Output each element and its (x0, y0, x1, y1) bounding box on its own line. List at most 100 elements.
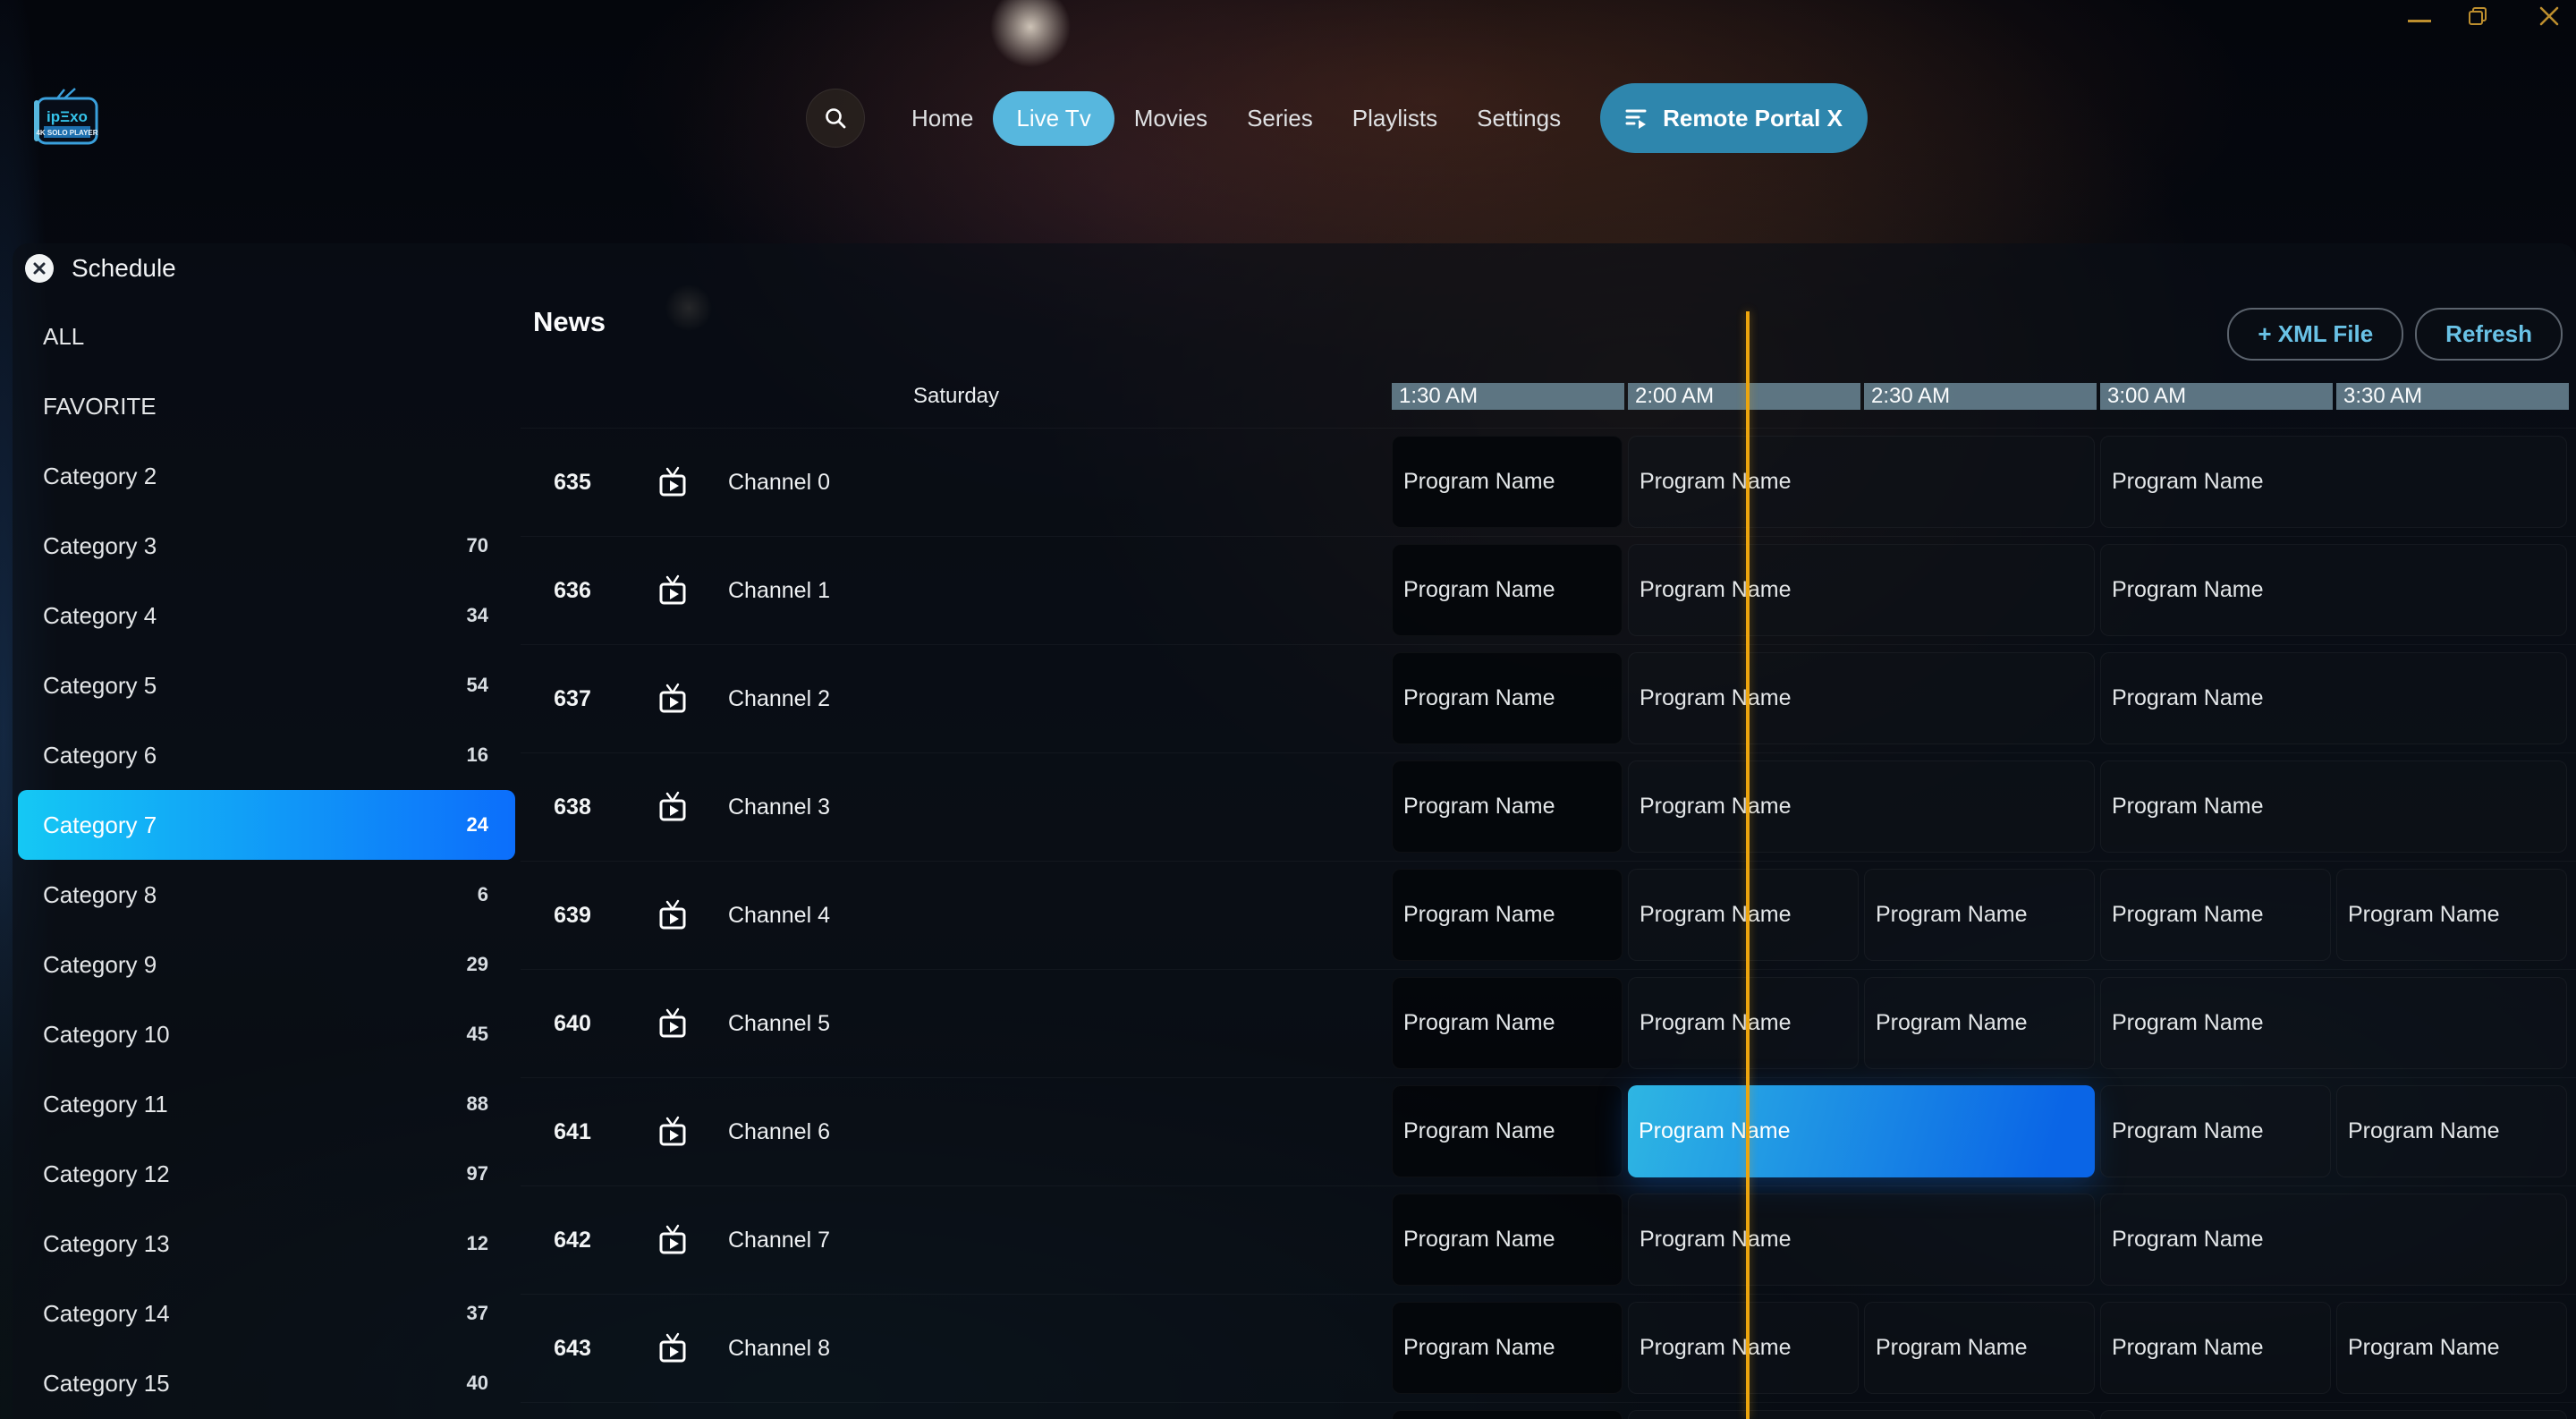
remote-portal-button[interactable]: Remote Portal X (1600, 83, 1868, 153)
sidebar-item-category-11[interactable]: Category 11 88 (13, 1069, 521, 1139)
channel-row[interactable]: 638 Channel 3 Program Name Program Name Pr… (521, 752, 2576, 861)
sidebar-item-category-3[interactable]: Category 3 70 (13, 511, 521, 581)
sidebar-item-category-2[interactable]: Category 2 (13, 441, 521, 511)
epg-main: News + XML File Refresh Saturday 1:30 AM… (521, 243, 2576, 1419)
epg-grid: 635 Channel 0 Program Name Program Name Pr… (521, 428, 2576, 1419)
channel-row[interactable]: 641 Channel 6 Program Name Program Name Pr… (521, 1077, 2576, 1185)
sidebar-item-category-10[interactable]: Category 10 45 (13, 999, 521, 1069)
program-cell[interactable]: Program Name (2336, 1085, 2567, 1177)
channel-number: 643 (554, 1336, 591, 1361)
nav-item-series[interactable]: Series (1227, 92, 1333, 145)
program-cell[interactable]: Program Name (2100, 652, 2567, 744)
program-cell[interactable]: Program Name (2100, 1302, 2331, 1394)
program-cell[interactable]: Program Name (1864, 1302, 2095, 1394)
program-cell[interactable]: Program Name (1392, 1194, 1623, 1286)
program-cell[interactable]: Program Name (1392, 977, 1623, 1069)
channel-row[interactable]: 642 Channel 7 Program Name Program Name Pr… (521, 1185, 2576, 1294)
sidebar-item-category-13[interactable]: Category 13 12 (13, 1209, 521, 1279)
program-cell[interactable]: Program Name (1628, 544, 2095, 636)
channel-row[interactable]: 643 Channel 8 Program Name Program Name Pr… (521, 1294, 2576, 1402)
nav-item-live-tv[interactable]: Live Tv (993, 90, 1114, 146)
nav-item-settings[interactable]: Settings (1457, 92, 1580, 145)
tv-play-icon (659, 1007, 686, 1038)
channel-row[interactable]: 635 Channel 0 Program Name Program Name Pr… (521, 428, 2576, 536)
program-cell[interactable]: Program Name (2100, 436, 2567, 528)
sidebar-item-category-7[interactable]: Category 7 24 (18, 790, 515, 860)
program-cell[interactable]: Program Name (2100, 1194, 2567, 1286)
schedule-close-button[interactable] (25, 254, 54, 283)
nav-item-home[interactable]: Home (892, 92, 993, 145)
remote-portal-label: Remote Portal X (1663, 104, 1843, 132)
program-title: Program Name (2112, 1118, 2264, 1143)
refresh-button[interactable]: Refresh (2415, 308, 2563, 361)
program-cell[interactable]: Program Name (1864, 869, 2095, 961)
channel-row[interactable]: 636 Channel 1 Program Name Program Name Pr… (521, 536, 2576, 644)
sidebar-item-category-12[interactable]: Category 12 97 (13, 1139, 521, 1209)
close-button[interactable] (2535, 2, 2563, 30)
program-cell[interactable]: Program Name (1628, 1194, 2095, 1286)
program-title: Program Name (1640, 685, 1792, 710)
nav-item-playlists[interactable]: Playlists (1333, 92, 1457, 145)
program-cell-selected[interactable]: Program Name (1628, 1085, 2095, 1177)
sidebar-item-category-5[interactable]: Category 5 54 (13, 650, 521, 720)
app-logo: ipΞxo 4K SOLO PLAYER (29, 86, 104, 150)
program-cell[interactable]: Program Name (1628, 760, 2095, 853)
program-cell[interactable]: Program Name (2100, 869, 2331, 961)
program-title: Program Name (1876, 902, 2028, 927)
sidebar-item-category-9[interactable]: Category 9 29 (13, 930, 521, 999)
program-title: Program Name (1640, 469, 1792, 494)
program-cell[interactable]: Program Name (1628, 1302, 1859, 1394)
epg-actions: + XML File Refresh (2227, 308, 2563, 361)
sidebar-item-all[interactable]: ALL (13, 302, 521, 371)
category-count: 97 (466, 1162, 488, 1185)
program-cell[interactable]: Program Name (2100, 544, 2567, 636)
program-title: Program Name (1640, 1227, 1792, 1252)
program-cell[interactable]: Program Name (2336, 869, 2567, 961)
nav-item-movies[interactable]: Movies (1114, 92, 1227, 145)
channel-row-partial (521, 1402, 2576, 1419)
channel-row[interactable]: 639 Channel 4 Program Name Program Name Pr… (521, 861, 2576, 969)
sidebar-item-category-14[interactable]: Category 14 37 (13, 1279, 521, 1348)
program-cell[interactable]: Program Name (1864, 977, 2095, 1069)
program-cell[interactable]: Program Name (2100, 760, 2567, 853)
program-cell[interactable]: Program Name (1628, 977, 1859, 1069)
channel-row[interactable]: 640 Channel 5 Program Name Program Name Pr… (521, 969, 2576, 1077)
program-title: Program Name (1640, 1335, 1792, 1360)
program-title: Program Name (1640, 1010, 1792, 1035)
time-slot-label: 3:30 AM (2336, 383, 2569, 410)
sidebar-item-favorite[interactable]: FAVORITE (13, 371, 521, 441)
program-title: Program Name (1403, 902, 1555, 927)
xml-file-button[interactable]: + XML File (2227, 308, 2404, 361)
minimize-button[interactable] (2406, 5, 2433, 29)
program-cell[interactable]: Program Name (1392, 652, 1623, 744)
channel-name: Channel 5 (728, 1011, 830, 1036)
sidebar-item-category-8[interactable]: Category 8 6 (13, 860, 521, 930)
tv-play-icon (659, 1224, 686, 1254)
program-cell[interactable]: Program Name (2336, 1302, 2567, 1394)
program-cell[interactable] (1628, 1410, 2095, 1419)
time-slot-label: 3:00 AM (2100, 383, 2333, 410)
category-count: 37 (466, 1302, 488, 1324)
sidebar-item-category-6[interactable]: Category 6 16 (13, 720, 521, 790)
restore-button[interactable] (2465, 4, 2492, 29)
program-cell[interactable]: Program Name (1392, 869, 1623, 961)
program-cell[interactable]: Program Name (1392, 760, 1623, 853)
program-cell[interactable] (2100, 1410, 2567, 1419)
sidebar-item-category-4[interactable]: Category 4 34 (13, 581, 521, 650)
search-button[interactable] (806, 89, 865, 148)
program-cell[interactable]: Program Name (1628, 436, 2095, 528)
program-cell[interactable]: Program Name (1628, 869, 1859, 961)
program-title: Program Name (1876, 1010, 2028, 1035)
program-cell[interactable]: Program Name (1392, 1085, 1623, 1177)
app-window: ipΞxo 4K SOLO PLAYER Home Live Tv Movies Se… (0, 0, 2576, 1419)
category-label: Category 6 (43, 741, 157, 769)
program-cell[interactable]: Program Name (1392, 544, 1623, 636)
program-cell[interactable] (1392, 1410, 1623, 1419)
program-cell[interactable]: Program Name (1392, 436, 1623, 528)
program-cell[interactable]: Program Name (1628, 652, 2095, 744)
sidebar-item-category-15[interactable]: Category 15 40 (13, 1348, 521, 1418)
program-cell[interactable]: Program Name (2100, 977, 2567, 1069)
program-cell[interactable]: Program Name (1392, 1302, 1623, 1394)
program-cell[interactable]: Program Name (2100, 1085, 2331, 1177)
channel-row[interactable]: 637 Channel 2 Program Name Program Name Pr… (521, 644, 2576, 752)
